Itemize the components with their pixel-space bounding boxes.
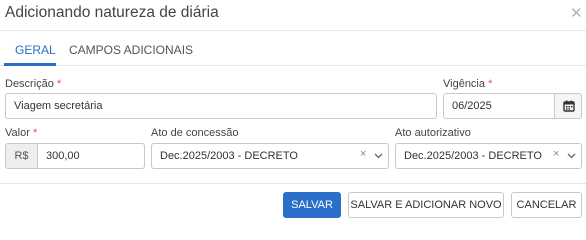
- valor-label: Valor *: [5, 127, 38, 139]
- save-button[interactable]: SALVAR: [283, 192, 341, 218]
- valor-input[interactable]: 300,00: [37, 143, 145, 169]
- cancel-button[interactable]: CANCELAR: [511, 192, 582, 218]
- clear-icon[interactable]: ×: [360, 148, 366, 160]
- tab-geral[interactable]: GERAL: [15, 43, 56, 57]
- descricao-input[interactable]: Viagem secretária: [5, 93, 437, 119]
- vigencia-label: Vigência *: [443, 78, 493, 90]
- calendar-icon: [563, 100, 575, 112]
- chevron-down-icon[interactable]: [567, 153, 576, 159]
- footer-divider: [0, 183, 586, 184]
- dialog-header: Adicionando natureza de diária ✕: [0, 0, 586, 31]
- tab-campos-adicionais[interactable]: CAMPOS ADICIONAIS: [69, 43, 193, 57]
- clear-icon[interactable]: ×: [553, 148, 559, 160]
- required-mark: *: [32, 127, 38, 139]
- chevron-down-icon[interactable]: [374, 153, 383, 159]
- ato-autorizativo-label: Ato autorizativo: [395, 127, 471, 139]
- descricao-label: Descrição *: [5, 78, 62, 90]
- ato-concessao-label: Ato de concessão: [151, 127, 239, 139]
- close-icon[interactable]: ✕: [570, 4, 583, 22]
- vigencia-input[interactable]: 06/2025: [443, 93, 555, 119]
- currency-prefix: R$: [5, 143, 38, 169]
- save-and-new-button[interactable]: SALVAR E ADICIONAR NOVO: [348, 192, 504, 218]
- ato-concessao-value: Dec.2025/2003 - DECRETO: [160, 150, 298, 162]
- ato-concessao-select[interactable]: Dec.2025/2003 - DECRETO: [151, 143, 389, 169]
- ato-autorizativo-value: Dec.2025/2003 - DECRETO: [404, 150, 542, 162]
- dialog-title: Adicionando natureza de diária: [5, 4, 219, 21]
- required-mark: *: [488, 78, 493, 90]
- required-mark: *: [56, 78, 62, 90]
- active-tab-indicator: [4, 63, 56, 66]
- tab-bar: GERAL CAMPOS ADICIONAIS: [0, 32, 586, 66]
- calendar-button[interactable]: [554, 93, 582, 119]
